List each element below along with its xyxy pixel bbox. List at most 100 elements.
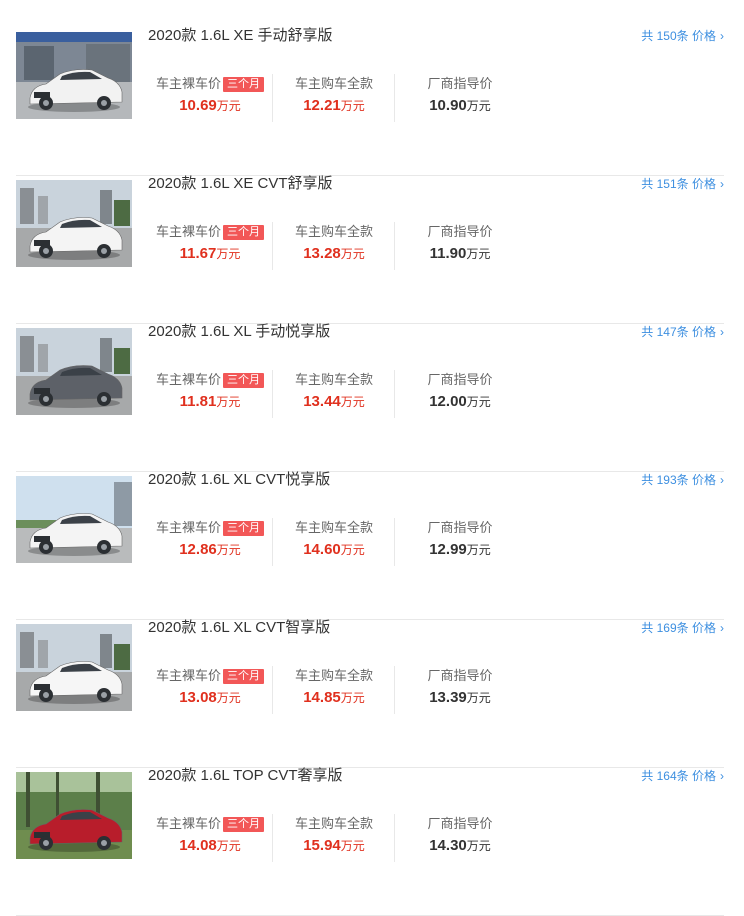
full-price-unit: 万元 (340, 691, 365, 705)
naked-price-block: 车主裸车价 三个月 11.81万元 (152, 370, 268, 418)
car-thumbnail[interactable] (16, 32, 132, 119)
guide-price-block: 厂商指导价 12.99万元 (394, 518, 525, 566)
model-title[interactable]: 2020款 1.6L TOP CVT奢享版 (148, 764, 343, 788)
naked-price-unit: 万元 (216, 395, 241, 409)
car-thumbnail[interactable] (16, 328, 132, 415)
car-thumbnail[interactable] (16, 476, 132, 563)
naked-price-label: 车主裸车价 (155, 224, 221, 239)
guide-price-block: 厂商指导价 12.00万元 (394, 370, 525, 418)
full-price-value: 14.60 (303, 541, 341, 558)
guide-price-block: 厂商指导价 13.39万元 (394, 666, 525, 714)
more-suffix: 条 价格 (676, 769, 716, 783)
guide-price-label: 厂商指导价 (427, 520, 493, 535)
model-title[interactable]: 2020款 1.6L XL 手动悦享版 (148, 320, 330, 344)
guide-price-label: 厂商指导价 (427, 76, 493, 91)
guide-price-block: 厂商指导价 11.90万元 (394, 222, 525, 270)
full-price-block: 车主购车全款 13.44万元 (272, 370, 395, 418)
guide-price-unit: 万元 (466, 543, 491, 557)
full-price-unit: 万元 (340, 543, 365, 557)
more-suffix: 条 价格 (676, 473, 716, 487)
more-prefix: 共 (641, 177, 657, 191)
price-count-link[interactable]: 共 151条 价格 › (641, 172, 724, 196)
naked-price-unit: 万元 (216, 247, 241, 261)
period-badge: 三个月 (223, 373, 264, 388)
model-title[interactable]: 2020款 1.6L XE 手动舒享版 (148, 24, 333, 48)
model-row[interactable]: 2020款 1.6L XL CVT悦享版 共 193条 价格 › 车主裸车价 三个月 12… (16, 471, 724, 620)
price-count-link[interactable]: 共 193条 价格 › (641, 468, 724, 492)
naked-price-block: 车主裸车价 三个月 14.08万元 (152, 814, 268, 862)
more-suffix: 条 价格 (676, 325, 716, 339)
guide-price-value: 11.90 (429, 245, 467, 262)
naked-price-unit: 万元 (216, 691, 241, 705)
naked-price-label: 车主裸车价 (155, 668, 221, 683)
car-thumbnail[interactable] (16, 180, 132, 267)
guide-price-block: 厂商指导价 10.90万元 (394, 74, 525, 122)
naked-price-block: 车主裸车价 三个月 12.86万元 (152, 518, 268, 566)
car-thumbnail[interactable] (16, 772, 132, 859)
full-price-label: 车主购车全款 (294, 816, 373, 831)
price-count: 150 (656, 29, 677, 43)
model-title[interactable]: 2020款 1.6L XL CVT智享版 (148, 616, 330, 640)
guide-price-unit: 万元 (466, 247, 491, 261)
guide-price-label: 厂商指导价 (427, 668, 493, 683)
naked-price-value: 11.81 (179, 393, 217, 410)
model-row[interactable]: 2020款 1.6L TOP CVT奢享版 共 164条 价格 › 车主裸车价 三个月 1… (16, 767, 724, 916)
full-price-block: 车主购车全款 15.94万元 (272, 814, 395, 862)
guide-price-block: 厂商指导价 14.30万元 (394, 814, 525, 862)
period-badge: 三个月 (223, 817, 264, 832)
chevron-right-icon: › (720, 325, 724, 339)
naked-price-block: 车主裸车价 三个月 10.69万元 (152, 74, 268, 122)
model-row[interactable]: 2020款 1.6L XL CVT智享版 共 169条 价格 › 车主裸车价 三个月 13… (16, 619, 724, 768)
guide-price-unit: 万元 (466, 691, 491, 705)
guide-price-unit: 万元 (466, 395, 491, 409)
model-row[interactable]: 2020款 1.6L XL 手动悦享版 共 147条 价格 › 车主裸车价 三个月 11.… (16, 323, 724, 472)
more-prefix: 共 (641, 325, 657, 339)
naked-price-label: 车主裸车价 (155, 76, 221, 91)
full-price-block: 车主购车全款 12.21万元 (272, 74, 395, 122)
car-thumbnail[interactable] (16, 624, 132, 711)
model-price-list: 2020款 1.6L XE 手动舒享版共 150条 价格 › 车主裸车价 三个月 10.… (0, 0, 744, 916)
price-count-link[interactable]: 共 150条 价格 › (641, 24, 724, 48)
period-badge: 三个月 (223, 669, 264, 684)
more-prefix: 共 (641, 473, 657, 487)
naked-price-value: 14.08 (179, 837, 217, 854)
guide-price-unit: 万元 (466, 99, 491, 113)
price-count-link[interactable]: 共 147条 价格 › (641, 320, 724, 344)
full-price-unit: 万元 (340, 395, 365, 409)
full-price-value: 14.85 (303, 689, 341, 706)
guide-price-value: 14.30 (429, 837, 467, 854)
full-price-unit: 万元 (340, 247, 365, 261)
naked-price-label: 车主裸车价 (155, 372, 221, 387)
naked-price-block: 车主裸车价 三个月 11.67万元 (152, 222, 268, 270)
naked-price-unit: 万元 (216, 99, 241, 113)
guide-price-value: 13.39 (429, 689, 467, 706)
more-prefix: 共 (641, 621, 657, 635)
naked-price-value: 12.86 (179, 541, 217, 558)
more-suffix: 条 价格 (676, 177, 716, 191)
chevron-right-icon: › (720, 177, 724, 191)
naked-price-block: 车主裸车价 三个月 13.08万元 (152, 666, 268, 714)
price-count: 147 (656, 325, 677, 339)
period-badge: 三个月 (223, 521, 264, 536)
model-row[interactable]: 2020款 1.6L XE 手动舒享版 共 150条 价格 › 车主裸车价 三个月 10.… (16, 27, 724, 176)
more-suffix: 条 价格 (676, 29, 716, 43)
more-prefix: 共 (641, 769, 657, 783)
naked-price-value: 10.69 (179, 97, 217, 114)
model-title[interactable]: 2020款 1.6L XE CVT舒享版 (148, 172, 333, 196)
model-title[interactable]: 2020款 1.6L XL CVT悦享版 (148, 468, 330, 492)
guide-price-label: 厂商指导价 (427, 816, 493, 831)
full-price-unit: 万元 (340, 839, 365, 853)
guide-price-unit: 万元 (466, 839, 491, 853)
full-price-value: 13.28 (303, 245, 341, 262)
model-row[interactable]: 2020款 1.6L XE CVT舒享版 共 151条 价格 › 车主裸车价 三个月 11… (16, 175, 724, 324)
chevron-right-icon: › (720, 473, 724, 487)
period-badge: 三个月 (223, 77, 264, 92)
naked-price-unit: 万元 (216, 543, 241, 557)
price-count-link[interactable]: 共 164条 价格 › (641, 764, 724, 788)
guide-price-value: 10.90 (429, 97, 467, 114)
price-count-link[interactable]: 共 169条 价格 › (641, 616, 724, 640)
chevron-right-icon: › (720, 29, 724, 43)
guide-price-value: 12.00 (429, 393, 467, 410)
full-price-block: 车主购车全款 13.28万元 (272, 222, 395, 270)
naked-price-label: 车主裸车价 (155, 520, 221, 535)
